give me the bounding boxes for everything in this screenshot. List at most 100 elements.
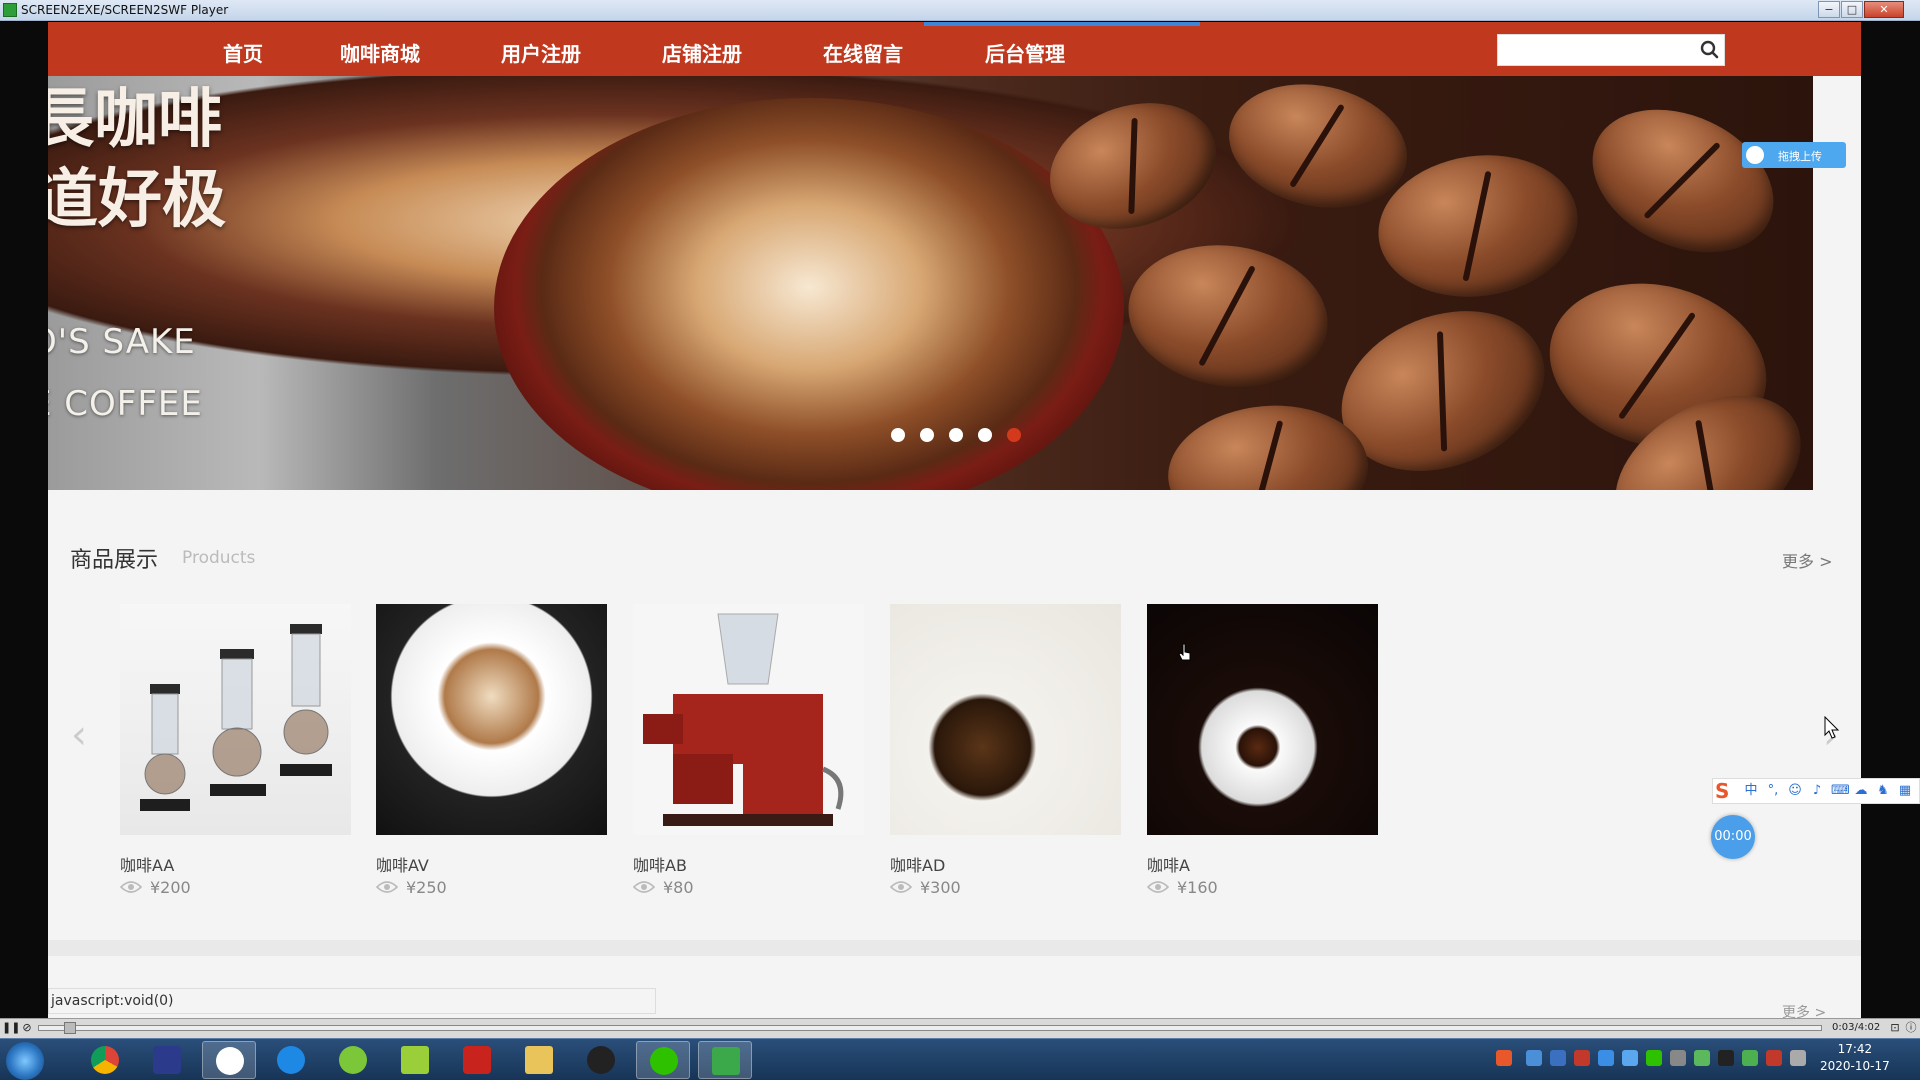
carousel-dot-2[interactable] — [920, 428, 934, 442]
network-icon[interactable] — [1742, 1050, 1758, 1066]
taskbar-flash[interactable] — [450, 1041, 504, 1079]
clock-date: 2020-10-17 — [1820, 1059, 1890, 1073]
drag-upload-badge[interactable]: 拖拽上传 — [1742, 142, 1846, 168]
product-price: ¥300 — [920, 878, 961, 897]
qq-tray-icon[interactable] — [1718, 1050, 1734, 1066]
taskbar-edge[interactable] — [264, 1041, 318, 1079]
latte-cup-image — [494, 98, 1124, 490]
browser-status-url: javascript:void(0) — [48, 988, 656, 1014]
product-price: ¥200 — [150, 878, 191, 897]
playback-slider[interactable] — [38, 1025, 1822, 1031]
carousel-prev-arrow[interactable]: ‹ — [66, 715, 92, 755]
maximize-button[interactable]: □ — [1841, 1, 1863, 18]
tray-icon[interactable] — [1550, 1050, 1566, 1066]
stop-button[interactable]: ⊘ — [20, 1021, 34, 1035]
product-price: ¥250 — [406, 878, 447, 897]
hand-cursor-icon — [1178, 643, 1191, 661]
eye-icon — [376, 881, 398, 893]
tray-icon[interactable] — [1622, 1050, 1638, 1066]
action-center-icon[interactable] — [1790, 1050, 1806, 1066]
eye-icon — [890, 881, 912, 893]
arrow-cursor-icon — [1824, 716, 1840, 739]
products-more-link[interactable]: 更多 > — [1782, 548, 1833, 572]
ime-toolbar[interactable]: S 中 °, ☺ ♪ ⌨ ☁ ♞ ▦ — [1712, 778, 1920, 804]
banner-tagline-2: E COFFEE — [48, 384, 203, 424]
pause-button[interactable]: ❚❚ — [2, 1021, 20, 1035]
taskbar-wechat[interactable] — [636, 1041, 690, 1079]
taskbar-screen2swf[interactable] — [698, 1041, 752, 1079]
product-image-grinder — [633, 604, 864, 835]
wechat-tray-icon[interactable] — [1646, 1050, 1662, 1066]
taskbar-notepad[interactable] — [388, 1041, 442, 1079]
web-page: 首页 咖啡商城 用户注册 店铺注册 在线留言 后台管理 長咖啡 道好极 O'S … — [48, 22, 1861, 1018]
hero-banner[interactable]: 長咖啡 道好极 O'S SAKE E COFFEE — [48, 76, 1813, 490]
taskbar-app-2[interactable] — [140, 1041, 194, 1079]
nav-item-shop-register[interactable]: 店铺注册 — [662, 38, 742, 67]
ime-user-icon[interactable]: ☁ — [1853, 783, 1869, 799]
nav-item-message[interactable]: 在线留言 — [823, 38, 903, 67]
product-name: 咖啡AA — [120, 856, 175, 875]
edge-icon — [277, 1046, 305, 1074]
player-control-bar: ❚❚ ⊘ 0:03/4:02 ⊡ ⓘ — [0, 1018, 1920, 1038]
shield-icon[interactable] — [1598, 1050, 1614, 1066]
notepad-icon — [401, 1046, 429, 1074]
ime-emoji-icon[interactable]: ☺ — [1787, 783, 1803, 799]
products-section-title: 商品展示 — [70, 548, 159, 573]
carousel-dot-4[interactable] — [978, 428, 992, 442]
product-image-steaming-cup — [1147, 604, 1378, 835]
right-letterbox — [1861, 22, 1920, 1022]
sogou-ime-icon: S — [1715, 779, 1730, 803]
sound-icon[interactable] — [1766, 1050, 1782, 1066]
close-button[interactable]: ✕ — [1864, 1, 1904, 18]
playback-slider-handle[interactable] — [64, 1022, 76, 1034]
search-icon — [1700, 40, 1719, 59]
fullscreen-button[interactable]: ⊡ — [1888, 1021, 1902, 1035]
left-letterbox — [0, 22, 48, 1022]
ime-voice-icon[interactable]: ♪ — [1809, 783, 1825, 799]
ime-punctuation-icon[interactable]: °, — [1765, 783, 1781, 799]
baidu-cloud-icon — [216, 1047, 244, 1075]
banner-headline-2: 道好极 — [48, 163, 226, 237]
tray-icon[interactable] — [1574, 1050, 1590, 1066]
ime-skin-icon[interactable]: ♞ — [1875, 783, 1891, 799]
eye-icon — [120, 881, 142, 893]
search-input[interactable] — [1497, 34, 1725, 66]
info-button[interactable]: ⓘ — [1904, 1021, 1918, 1035]
nav-item-admin[interactable]: 后台管理 — [985, 38, 1065, 67]
ime-keyboard-icon[interactable]: ⌨ — [1831, 783, 1850, 799]
window-titlebar: SCREEN2EXE/SCREEN2SWF Player − □ ✕ — [0, 0, 1920, 21]
nav-item-coffee-mall[interactable]: 咖啡商城 — [340, 38, 420, 67]
minimize-button[interactable]: − — [1818, 1, 1840, 18]
nav-item-user-register[interactable]: 用户注册 — [501, 38, 581, 67]
volume-icon[interactable] — [1670, 1050, 1686, 1066]
recording-timer[interactable]: 00:00 — [1711, 815, 1755, 859]
product-price: ¥80 — [663, 878, 694, 897]
eye-icon — [1147, 881, 1169, 893]
taskbar-clock[interactable]: 17:42 2020-10-17 — [1820, 1041, 1890, 1075]
ime-menu-icon[interactable]: ▦ — [1897, 783, 1913, 799]
app-icon — [153, 1046, 181, 1074]
carousel-dot-1[interactable] — [891, 428, 905, 442]
start-button[interactable] — [6, 1042, 44, 1080]
nav-item-home[interactable]: 首页 — [223, 38, 263, 67]
carousel-dot-5[interactable] — [1007, 428, 1021, 442]
section2-more-link[interactable]: 更多 > — [1782, 1002, 1826, 1018]
taskbar-chrome[interactable] — [78, 1041, 132, 1079]
flash-icon — [463, 1046, 491, 1074]
ime-chinese-icon[interactable]: 中 — [1743, 783, 1759, 799]
taskbar-baidu-netdisk[interactable] — [202, 1041, 256, 1079]
tray-icon[interactable] — [1694, 1050, 1710, 1066]
qq-icon — [587, 1046, 615, 1074]
tray-icon[interactable] — [1526, 1050, 1542, 1066]
product-image-latte — [376, 604, 607, 835]
chrome-icon — [91, 1046, 119, 1074]
folder-icon — [525, 1046, 553, 1074]
search-button[interactable] — [1696, 35, 1724, 65]
taskbar-explorer[interactable] — [512, 1041, 566, 1079]
carousel-dot-3[interactable] — [949, 428, 963, 442]
taskbar-qq[interactable] — [574, 1041, 628, 1079]
coffee-bean — [1569, 81, 1797, 281]
product-name: 咖啡A — [1147, 856, 1190, 875]
taskbar-360[interactable] — [326, 1041, 380, 1079]
sogou-tray-icon[interactable] — [1496, 1050, 1512, 1066]
